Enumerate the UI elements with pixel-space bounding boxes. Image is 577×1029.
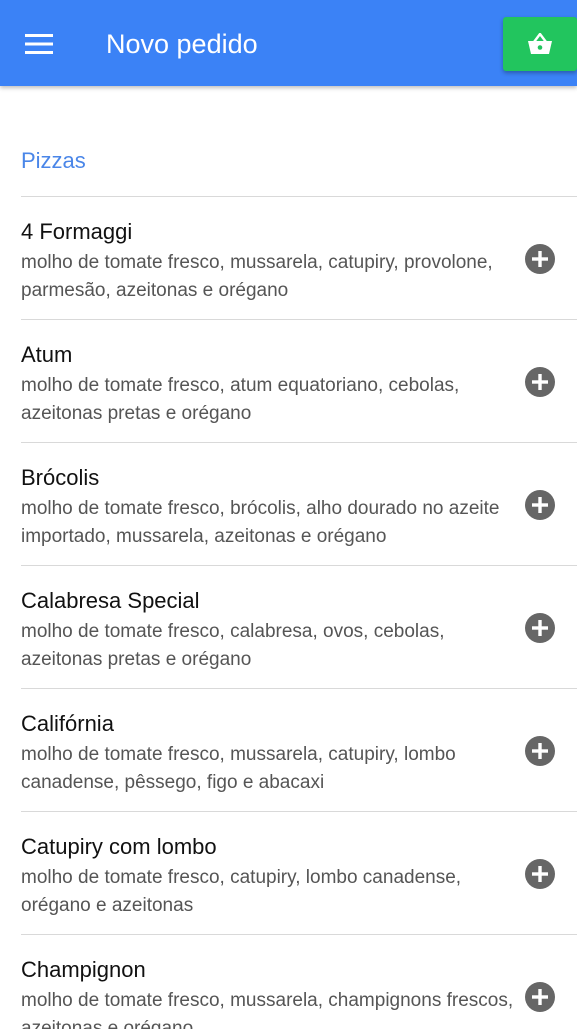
item-name: Atum bbox=[21, 342, 73, 367]
list-item: Brócolis molho de tomate fresco, brócoli… bbox=[21, 443, 577, 566]
add-item-button[interactable] bbox=[524, 489, 556, 521]
list-item: Califórnia molho de tomate fresco, mussa… bbox=[21, 689, 577, 812]
add-circle-icon bbox=[525, 982, 555, 1012]
app-bar: Novo pedido bbox=[0, 0, 577, 86]
item-name: Califórnia bbox=[21, 711, 114, 736]
pizza-list: 4 Formaggi molho de tomate fresco, mussa… bbox=[21, 196, 577, 1029]
add-item-button[interactable] bbox=[524, 366, 556, 398]
item-description: molho de tomate fresco, mussarela, champ… bbox=[21, 990, 514, 1029]
add-circle-icon bbox=[525, 367, 555, 397]
item-description: molho de tomate fresco, calabresa, ovos,… bbox=[21, 621, 445, 670]
add-item-button[interactable] bbox=[524, 858, 556, 890]
item-description: molho de tomate fresco, catupiry, lombo … bbox=[21, 867, 462, 916]
add-circle-icon bbox=[525, 859, 555, 889]
item-name: Brócolis bbox=[21, 465, 100, 490]
add-circle-icon bbox=[525, 613, 555, 643]
add-item-button[interactable] bbox=[524, 981, 556, 1013]
list-item: Catupiry com lombo molho de tomate fresc… bbox=[21, 812, 577, 935]
item-description: molho de tomate fresco, mussarela, catup… bbox=[21, 744, 456, 793]
list-item: 4 Formaggi molho de tomate fresco, mussa… bbox=[21, 197, 577, 320]
item-name: Champignon bbox=[21, 957, 146, 982]
cart-button[interactable] bbox=[503, 17, 577, 71]
shopping-basket-icon bbox=[528, 33, 552, 54]
item-name: Catupiry com lombo bbox=[21, 834, 217, 859]
add-circle-icon bbox=[525, 736, 555, 766]
item-description: molho de tomate fresco, mussarela, catup… bbox=[21, 252, 493, 301]
item-description: molho de tomate fresco, brócolis, alho d… bbox=[21, 498, 500, 547]
menu-icon bbox=[25, 34, 53, 54]
list-item: Champignon molho de tomate fresco, mussa… bbox=[21, 935, 577, 1029]
add-item-button[interactable] bbox=[524, 735, 556, 767]
add-circle-icon bbox=[525, 244, 555, 274]
item-name: 4 Formaggi bbox=[21, 219, 133, 244]
page-title: Novo pedido bbox=[106, 29, 258, 59]
list-item: Atum molho de tomate fresco, atum equato… bbox=[21, 320, 577, 443]
list-item: Calabresa Special molho de tomate fresco… bbox=[21, 566, 577, 689]
item-description: molho de tomate fresco, atum equatoriano… bbox=[21, 375, 460, 424]
item-name: Calabresa Special bbox=[21, 588, 200, 613]
add-item-button[interactable] bbox=[524, 243, 556, 275]
menu-button[interactable] bbox=[14, 22, 64, 66]
section-title: Pizzas bbox=[21, 148, 86, 173]
add-item-button[interactable] bbox=[524, 612, 556, 644]
add-circle-icon bbox=[525, 490, 555, 520]
main-content: Pizzas 4 Formaggi molho de tomate fresco… bbox=[0, 86, 577, 1029]
